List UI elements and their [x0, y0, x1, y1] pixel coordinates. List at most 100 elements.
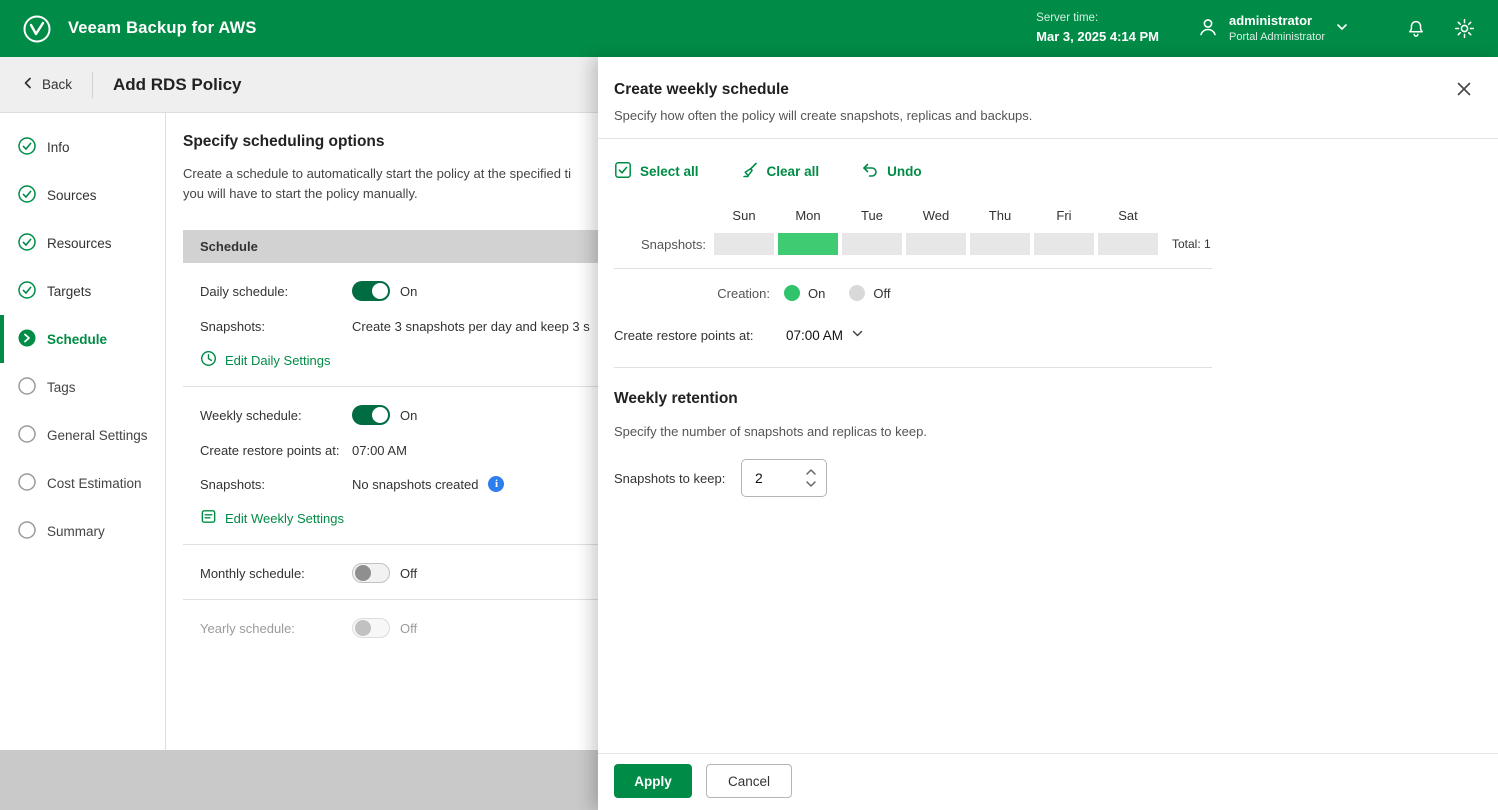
restore-points-label: Create restore points at:: [614, 327, 754, 343]
select-all-button[interactable]: Select all: [614, 161, 699, 182]
info-icon[interactable]: [488, 476, 505, 493]
step-todo-icon: [18, 424, 36, 446]
sidebar-item-info[interactable]: Info: [0, 123, 165, 171]
panel-title: Create weekly schedule: [614, 81, 789, 98]
step-label: Info: [47, 139, 70, 155]
day-header-tue[interactable]: Tue: [842, 208, 902, 223]
step-done-icon: [18, 184, 36, 206]
weekly-schedule-toggle[interactable]: [352, 405, 390, 426]
creation-row: Creation: On Off: [614, 285, 1498, 301]
description-line-2: you will have to start the policy manual…: [183, 186, 418, 202]
sidebar-item-targets[interactable]: Targets: [0, 267, 165, 315]
snapshots-to-keep-value[interactable]: 2: [742, 470, 800, 486]
restore-time-value: 07:00 AM: [786, 327, 844, 343]
step-done-icon: [18, 280, 36, 302]
day-header-sun[interactable]: Sun: [714, 208, 774, 223]
sidebar-item-schedule[interactable]: Schedule: [0, 315, 165, 363]
day-cell-fri[interactable]: [1034, 233, 1094, 255]
panel-subtitle: Specify how often the policy will create…: [614, 108, 1033, 123]
day-cell-sat[interactable]: [1098, 233, 1158, 255]
back-label: Back: [42, 77, 73, 92]
close-icon[interactable]: [1456, 81, 1472, 97]
step-label: General Settings: [47, 427, 148, 443]
step-done-icon: [18, 136, 36, 158]
step-label: Tags: [47, 379, 76, 395]
step-done-icon: [18, 232, 36, 254]
day-header-mon[interactable]: Mon: [778, 208, 838, 223]
day-cell-mon[interactable]: [778, 233, 838, 255]
create-weekly-schedule-panel: Create weekly schedule Specify how often…: [598, 57, 1498, 810]
sidebar-item-resources[interactable]: Resources: [0, 219, 165, 267]
monthly-schedule-label: Monthly schedule:: [200, 565, 305, 581]
creation-off-radio[interactable]: [849, 285, 866, 301]
cells-divider: [614, 268, 1212, 269]
notifications-bell-icon[interactable]: [1405, 18, 1427, 40]
day-header-thu[interactable]: Thu: [970, 208, 1030, 223]
clear-all-button[interactable]: Clear all: [741, 161, 820, 182]
server-time: Server time: Mar 3, 2025 4:14 PM: [1036, 10, 1159, 47]
clear-all-label: Clear all: [766, 164, 820, 179]
weekly-schedule-state: On: [400, 407, 418, 423]
sidebar-item-general-settings[interactable]: General Settings: [0, 411, 165, 459]
sidebar-item-cost-estimation[interactable]: Cost Estimation: [0, 459, 165, 507]
description-line-1: Create a schedule to automatically start…: [183, 166, 572, 181]
step-todo-icon: [18, 520, 36, 542]
day-cell-tue[interactable]: [842, 233, 902, 255]
day-header-wed[interactable]: Wed: [906, 208, 966, 223]
sidebar-item-sources[interactable]: Sources: [0, 171, 165, 219]
clock-icon: [200, 350, 217, 370]
chevron-down-icon: [851, 327, 864, 343]
snapshots-to-keep-stepper[interactable]: 2: [741, 459, 827, 497]
wizard-steps-sidebar: Info Sources Resources Targets Schedule …: [0, 113, 166, 750]
undo-button[interactable]: Undo: [861, 161, 922, 182]
step-todo-icon: [18, 472, 36, 494]
apply-button[interactable]: Apply: [614, 764, 692, 798]
creation-on-radio[interactable]: [784, 285, 800, 301]
user-name: administrator: [1229, 12, 1313, 28]
step-label: Sources: [47, 187, 97, 203]
panel-divider: [598, 138, 1498, 139]
back-button[interactable]: Back: [22, 77, 72, 92]
sidebar-item-summary[interactable]: Summary: [0, 507, 165, 555]
top-bar: Veeam Backup for AWS Server time: Mar 3,…: [0, 0, 1498, 57]
server-time-label: Server time:: [1036, 12, 1099, 25]
creation-on-label: On: [808, 285, 826, 301]
stepper-down-icon[interactable]: [805, 480, 817, 488]
snapshots-to-keep-label: Snapshots to keep:: [614, 470, 726, 486]
day-selection-toolbar: Select all Clear all Undo: [614, 161, 1498, 182]
app-title: Veeam Backup for AWS: [68, 19, 257, 37]
monthly-schedule-toggle[interactable]: [352, 563, 390, 584]
yearly-schedule-toggle[interactable]: [352, 618, 390, 639]
stepper-up-icon[interactable]: [805, 468, 817, 476]
page-title: Add RDS Policy: [113, 74, 242, 94]
veeam-logo-icon: [22, 14, 52, 44]
day-header-sat[interactable]: Sat: [1098, 208, 1158, 223]
weekly-restore-label: Create restore points at:: [200, 443, 340, 459]
monthly-schedule-state: Off: [400, 565, 418, 581]
chevron-down-icon: [1335, 20, 1349, 37]
yearly-schedule-state: Off: [400, 620, 418, 636]
user-menu[interactable]: administrator Portal Administrator: [1197, 12, 1349, 46]
day-cells: [714, 233, 1158, 255]
restore-time-select[interactable]: 07:00 AM: [786, 327, 864, 343]
sidebar-item-tags[interactable]: Tags: [0, 363, 165, 411]
undo-icon: [861, 161, 879, 182]
daily-schedule-state: On: [400, 283, 418, 299]
cancel-button[interactable]: Cancel: [706, 764, 792, 798]
daily-schedule-toggle[interactable]: [352, 281, 390, 302]
day-header-fri[interactable]: Fri: [1034, 208, 1094, 223]
panel-footer: Apply Cancel: [598, 753, 1498, 810]
day-cell-wed[interactable]: [906, 233, 966, 255]
weekly-schedule-label: Weekly schedule:: [200, 407, 302, 423]
day-cell-sun[interactable]: [714, 233, 774, 255]
step-label: Cost Estimation: [47, 475, 142, 491]
edit-daily-settings-label: Edit Daily Settings: [225, 352, 331, 368]
row-divider: [183, 599, 598, 601]
settings-gear-icon[interactable]: [1453, 17, 1476, 40]
schedule-card-icon: [200, 508, 217, 528]
day-cell-thu[interactable]: [970, 233, 1030, 255]
snapshots-to-keep-row: Snapshots to keep: 2: [614, 459, 1498, 497]
row-divider: [183, 544, 598, 546]
back-divider: [92, 71, 94, 98]
creation-label: Creation:: [717, 285, 770, 301]
